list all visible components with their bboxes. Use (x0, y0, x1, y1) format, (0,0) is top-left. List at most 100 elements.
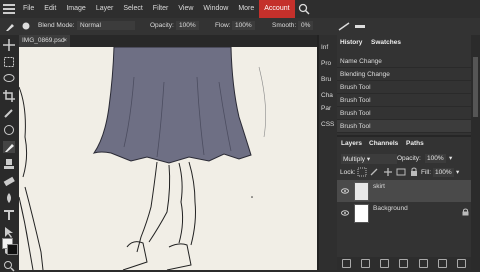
brush-panel-tab[interactable]: Bru (321, 76, 331, 83)
collapsed-panels: Inf Pro Bru Cha Par CSS (319, 35, 337, 270)
blend-mode-select[interactable]: Normal (77, 21, 135, 30)
layer-thumbnail (354, 182, 369, 201)
flow-field[interactable]: 100% (232, 21, 255, 30)
lasso-tool-icon[interactable] (3, 73, 15, 85)
options-bar: Blend Mode: Normal Opacity: 100% Flow: 1… (0, 18, 480, 35)
right-panel: History Swatches Name Change Blending Ch… (337, 35, 471, 270)
layer-name[interactable]: skirt (373, 183, 385, 190)
lock-transparency-icon[interactable] (357, 167, 367, 177)
layer-mask-icon[interactable] (399, 259, 409, 268)
character-panel-tab[interactable]: Cha (321, 92, 333, 99)
menu-select[interactable]: Select (118, 0, 147, 18)
document-canvas[interactable] (19, 47, 317, 270)
layer-opacity-field[interactable]: 100% (425, 154, 446, 163)
lock-pixels-icon[interactable] (370, 168, 378, 176)
tab-history[interactable]: History (340, 39, 362, 46)
pressure-size-icon[interactable] (354, 21, 366, 32)
layer-row-skirt[interactable]: skirt (337, 180, 471, 202)
document-tab[interactable]: IMG_0869.psd × (19, 35, 70, 47)
menu-bar: File Edit Image Layer Select Filter View… (0, 0, 480, 18)
marquee-tool-icon[interactable] (3, 56, 15, 68)
document-tab-bar: IMG_0869.psd × (19, 35, 317, 47)
chevron-down-icon[interactable]: ▾ (449, 154, 452, 162)
menu-filter[interactable]: Filter (148, 0, 174, 18)
layer-row-background[interactable]: Background (337, 202, 471, 224)
css-panel-tab[interactable]: CSS (321, 121, 334, 128)
info-panel-tab[interactable]: Inf (321, 44, 328, 51)
fill-field[interactable]: 100% (433, 168, 454, 177)
menu-edit[interactable]: Edit (39, 0, 61, 18)
zoom-tool-icon[interactable] (3, 260, 15, 272)
layer-opacity-label: Opacity: (397, 155, 421, 162)
lock-label: Lock: (340, 169, 356, 176)
history-item[interactable]: Name Change (337, 55, 471, 68)
tools-panel (0, 35, 19, 272)
scrollbar-thumb[interactable] (473, 57, 478, 117)
history-item[interactable]: Brush Tool (337, 81, 471, 94)
blend-mode-label: Blend Mode: (38, 22, 75, 29)
type-tool-icon[interactable] (3, 209, 15, 221)
paragraph-panel-tab[interactable]: Par (321, 105, 331, 112)
path-select-tool-icon[interactable] (3, 226, 15, 238)
menu-window[interactable]: Window (198, 0, 233, 18)
panel-divider (337, 135, 471, 137)
healing-tool-icon[interactable] (3, 124, 15, 136)
smooth-label: Smooth: (272, 22, 297, 29)
brush-tool-active-icon[interactable] (3, 141, 15, 153)
fill-label: Fill: (421, 169, 432, 176)
lock-options (357, 167, 406, 177)
layer-blend-mode-select[interactable]: Multiply ▾ (341, 154, 397, 164)
smooth-field[interactable]: 0% (298, 21, 314, 30)
menu-file[interactable]: File (18, 0, 39, 18)
tab-paths[interactable]: Paths (406, 140, 424, 147)
brush-tool-icon[interactable] (4, 21, 16, 32)
document-tab-label: IMG_0869.psd (22, 37, 65, 44)
fill-tool-icon[interactable] (3, 192, 15, 204)
layer-effects-icon[interactable] (361, 259, 371, 268)
lock-artboard-icon[interactable] (396, 168, 406, 176)
tab-swatches[interactable]: Swatches (371, 39, 401, 46)
crop-tool-icon[interactable] (3, 90, 15, 102)
menu-more[interactable]: More (233, 0, 259, 18)
lock-position-icon[interactable] (384, 168, 392, 176)
lock-all-icon[interactable] (410, 167, 418, 177)
chevron-down-icon[interactable]: ▾ (456, 168, 459, 176)
link-layers-icon[interactable] (342, 259, 352, 268)
menu-layer[interactable]: Layer (91, 0, 119, 18)
eye-icon[interactable] (341, 188, 349, 196)
properties-panel-tab[interactable]: Pro (321, 60, 331, 67)
flow-label: Flow: (215, 22, 231, 29)
history-item[interactable]: Blending Change (337, 68, 471, 81)
menu-account[interactable]: Account (259, 0, 295, 18)
eye-icon[interactable] (341, 210, 349, 218)
background-color-swatch[interactable] (7, 244, 18, 255)
adjustment-layer-icon[interactable] (380, 259, 390, 268)
lock-icon (462, 208, 469, 216)
layer-name[interactable]: Background (373, 205, 408, 212)
tab-layers[interactable]: Layers (341, 140, 362, 147)
move-tool-icon[interactable] (3, 39, 15, 51)
delete-layer-icon[interactable] (456, 259, 466, 268)
brush-preset-icon[interactable] (20, 21, 32, 32)
history-item[interactable]: Brush Tool (337, 107, 471, 120)
history-item[interactable]: Brush Tool (337, 94, 471, 107)
close-icon[interactable]: × (63, 35, 67, 47)
search-icon[interactable] (298, 3, 310, 15)
menu-image[interactable]: Image (61, 0, 90, 18)
menu-hamburger-icon[interactable] (3, 4, 15, 14)
opacity-field[interactable]: 100% (176, 21, 199, 30)
eyedropper-tool-icon[interactable] (3, 107, 15, 119)
sketch-artwork (19, 47, 266, 270)
menu-view[interactable]: View (173, 0, 198, 18)
layer-blend-mode-value: Multiply (343, 156, 366, 163)
opacity-label: Opacity: (150, 22, 174, 29)
history-item[interactable]: Brush Tool (337, 120, 471, 133)
tab-channels[interactable]: Channels (369, 140, 398, 147)
layers-bottom-toolbar (337, 257, 471, 270)
stamp-tool-icon[interactable] (3, 158, 15, 170)
eraser-tool-icon[interactable] (3, 175, 15, 187)
new-group-icon[interactable] (418, 259, 428, 268)
panel-scrollbar[interactable] (471, 35, 480, 270)
pressure-opacity-icon[interactable] (338, 21, 350, 32)
new-layer-icon[interactable] (437, 259, 447, 268)
